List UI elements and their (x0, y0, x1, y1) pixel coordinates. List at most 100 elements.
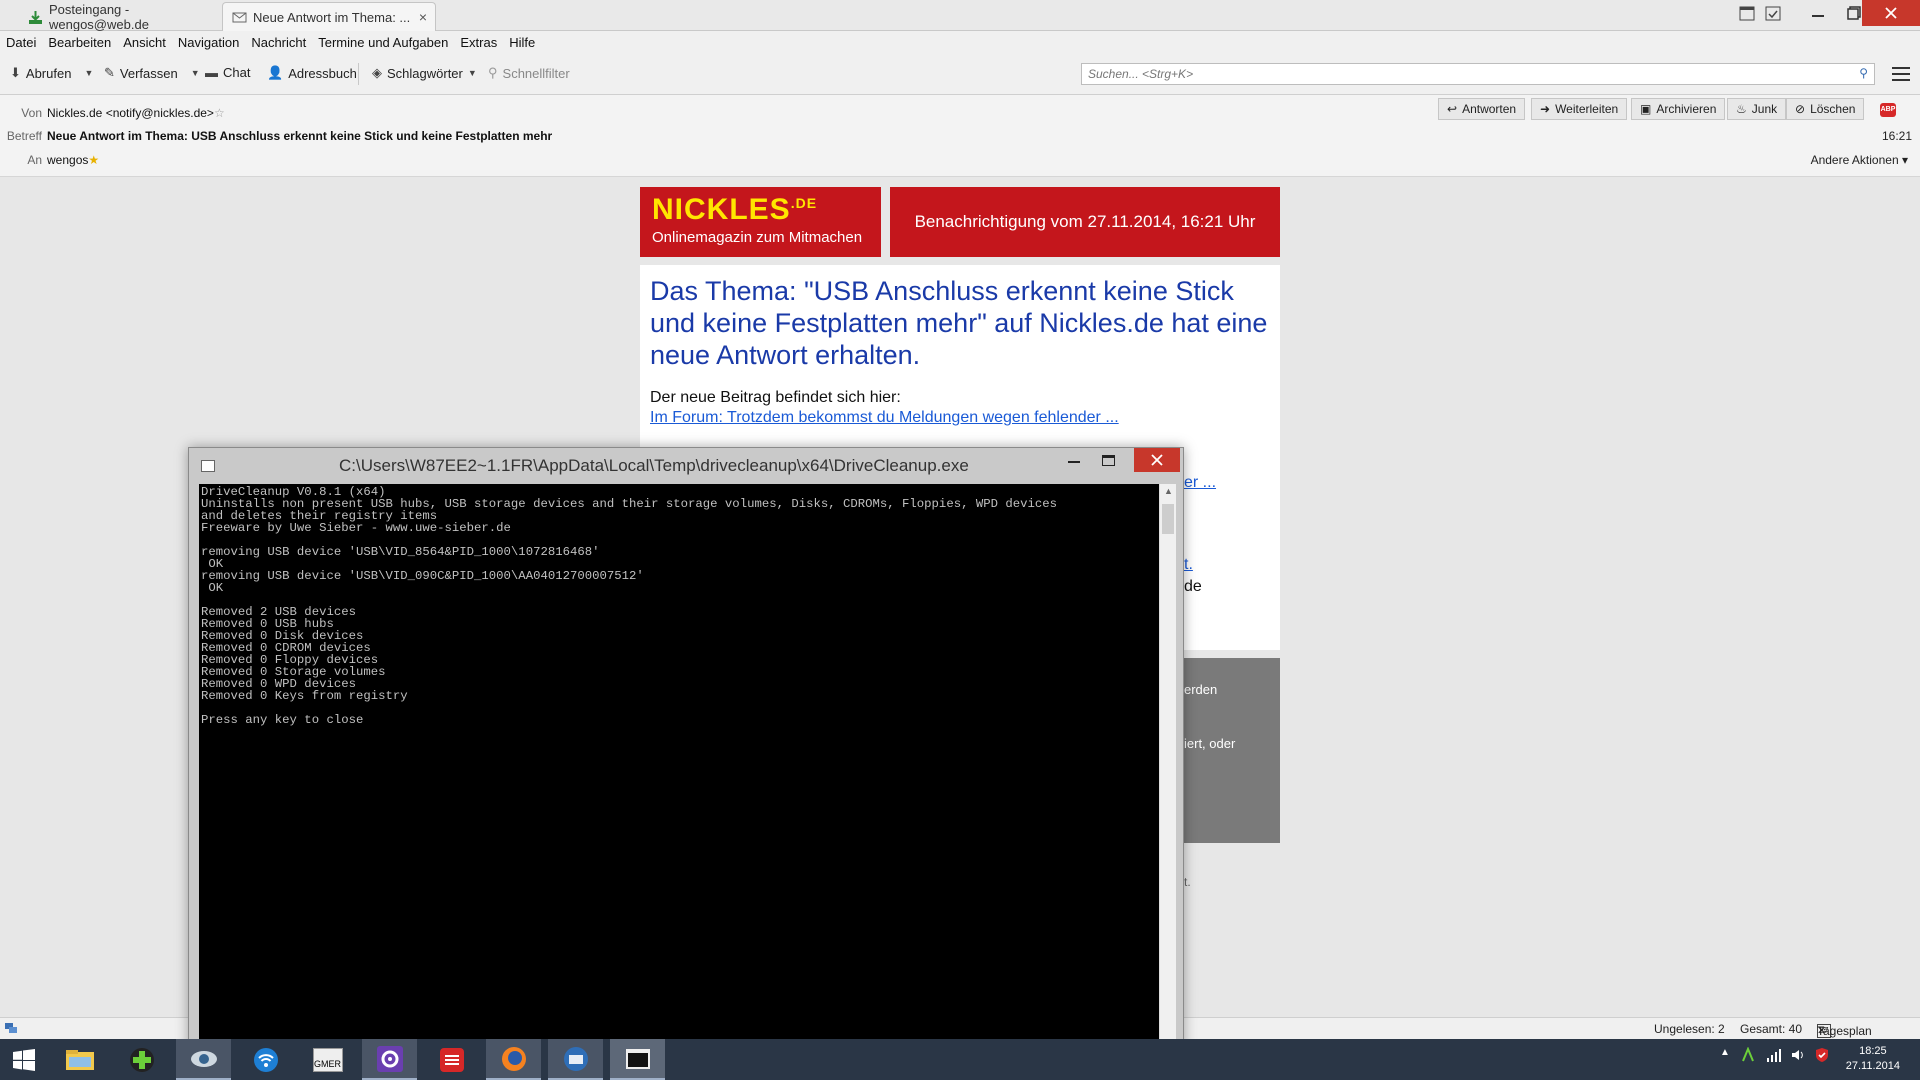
close-button[interactable] (1862, 0, 1920, 26)
menu-hilfe[interactable]: Hilfe (509, 35, 535, 50)
subject-field: Neue Antwort im Thema: USB Anschluss erk… (47, 129, 553, 143)
forward-icon: ➜ (1540, 102, 1551, 116)
start-button[interactable] (0, 1039, 48, 1080)
tag-icon: ◈ (372, 65, 382, 80)
calendar-icon[interactable] (1736, 0, 1758, 26)
logo-tagline: Onlinemagazin zum Mitmachen (652, 229, 863, 246)
menu-navigation[interactable]: Navigation (178, 35, 239, 50)
verfassen-label: Verfassen (119, 65, 178, 81)
adressbuch-button[interactable]: 👤 Adressbuch (267, 65, 357, 81)
console-titlebar[interactable]: C:\Users\W87EE2~1.1FR\AppData\Local\Temp… (189, 448, 1183, 484)
menu-bearbeiten[interactable]: Bearbeiten (48, 35, 111, 50)
console-line: Freeware by Uwe Sieber - www.uwe-sieber.… (201, 521, 511, 535)
tab-inbox[interactable]: Posteingang - wengos@web.de (18, 2, 218, 32)
menu-nachricht[interactable]: Nachricht (251, 35, 306, 50)
scrollbar-thumb[interactable] (1162, 504, 1174, 534)
tray-expand-icon[interactable]: ▲ (1720, 1047, 1730, 1058)
schlagwoerter-button[interactable]: ◈ Schlagwörter ▼ (372, 65, 477, 81)
message-header: Von Nickles.de <notify@nickles.de>☆ Betr… (0, 95, 1920, 177)
console-line: removing USB device 'USB\VID_090C&PID_10… (201, 569, 644, 583)
green-plus-app-icon[interactable] (114, 1039, 169, 1080)
toolbar-divider (358, 63, 359, 85)
von-label: Von (21, 106, 42, 120)
adblock-icon[interactable]: ABP (1880, 103, 1896, 117)
shield-icon[interactable] (1814, 1047, 1830, 1066)
settings-gear-icon[interactable] (362, 1039, 417, 1080)
console-scrollbar[interactable]: ▲ (1159, 484, 1176, 1080)
toolbar: ⬇ Abrufen ▼ ✎ Verfassen ▼ ▬ Chat 👤 Adres… (0, 53, 1920, 95)
partial-link[interactable]: t. (1184, 556, 1193, 574)
gmer-icon[interactable]: GMER (300, 1039, 355, 1080)
loeschen-button[interactable]: ⊘ Löschen (1786, 98, 1865, 120)
total-count: Gesamt: 40 (1740, 1022, 1803, 1036)
clock-date: 27.11.2014 (1845, 1060, 1900, 1072)
junk-button[interactable]: ♨ Junk (1727, 98, 1787, 120)
close-icon[interactable]: ✕ (1817, 1024, 1826, 1037)
chat-label: Chat (223, 65, 251, 80)
forum-link[interactable]: Im Forum: Trotzdem bekommst du Meldungen… (650, 409, 1270, 427)
menu-termine[interactable]: Termine und Aufgaben (318, 35, 448, 50)
scroll-up-icon[interactable]: ▲ (1164, 486, 1173, 496)
chevron-down-icon[interactable]: ▼ (84, 68, 93, 78)
network-signal-icon[interactable] (1766, 1047, 1782, 1066)
tray-app-icon[interactable] (1740, 1046, 1756, 1066)
delete-icon: ⊘ (1795, 102, 1806, 116)
minimize-button[interactable] (1800, 0, 1836, 26)
abrufen-label: Abrufen (25, 65, 72, 81)
weiterleiten-button[interactable]: ➜ Weiterleiten (1531, 98, 1628, 120)
email-intro: Der neue Beitrag befindet sich hier: (650, 389, 901, 406)
to-field[interactable]: wengos★ (47, 153, 99, 167)
betreff-label: Betreff (6, 129, 42, 143)
star-icon[interactable]: ★ (88, 153, 99, 167)
search-icon[interactable]: ⚲ (1859, 66, 1868, 80)
search-placeholder: Suchen... <Strg+K> (1088, 67, 1194, 81)
menu-hamburger-icon[interactable] (1892, 67, 1910, 81)
menu-ansicht[interactable]: Ansicht (123, 35, 166, 50)
inbox-icon (29, 11, 42, 24)
file-explorer-icon[interactable] (52, 1039, 107, 1080)
console-line: Removed 0 Keys from registry (201, 689, 408, 703)
console-line: OK (201, 581, 224, 595)
volume-icon[interactable] (1790, 1047, 1806, 1066)
abrufen-button[interactable]: ⬇ Abrufen ▼ (10, 65, 93, 81)
notification-banner: Benachrichtigung vom 27.11.2014, 16:21 U… (890, 187, 1280, 257)
console-icon (201, 460, 215, 472)
console-taskbar-icon[interactable] (610, 1039, 665, 1080)
tab-close-icon[interactable]: × (419, 9, 427, 25)
console-minimize-button[interactable] (1057, 448, 1091, 472)
person-icon: 👤 (267, 65, 284, 80)
red-app-icon[interactable] (424, 1039, 479, 1080)
verfassen-button[interactable]: ✎ Verfassen ▼ (104, 65, 200, 81)
console-window[interactable]: C:\Users\W87EE2~1.1FR\AppData\Local\Temp… (188, 447, 1184, 1080)
tab-label: Posteingang - wengos@web.de (49, 2, 149, 32)
thunderbird-icon[interactable] (548, 1039, 603, 1080)
eye-app-icon[interactable] (176, 1039, 231, 1080)
adressbuch-label: Adressbuch (288, 65, 357, 81)
menu-datei[interactable]: Datei (6, 35, 36, 50)
andere-aktionen-button[interactable]: Andere Aktionen ▾ (1811, 153, 1908, 167)
chat-button[interactable]: ▬ Chat (205, 65, 250, 80)
search-input[interactable]: Suchen... <Strg+K> ⚲ (1081, 63, 1875, 85)
menu-extras[interactable]: Extras (460, 35, 497, 50)
nickles-logo: NICKLES.DE Onlinemagazin zum Mitmachen (640, 187, 881, 257)
system-clock[interactable]: 18:25 27.11.2014 (1846, 1044, 1900, 1074)
console-maximize-button[interactable] (1091, 448, 1125, 472)
archivieren-button[interactable]: ▣ Archivieren (1631, 98, 1726, 120)
from-field[interactable]: Nickles.de <notify@nickles.de>☆ (47, 106, 225, 120)
chevron-down-icon[interactable]: ▼ (191, 68, 200, 78)
taskbar: GMER ▲ 18:25 27.11.2014 (0, 1039, 1920, 1080)
tasks-icon[interactable] (1762, 0, 1784, 26)
chevron-down-icon: ▼ (467, 68, 477, 78)
schnellfilter-label: Schnellfilter (502, 65, 570, 81)
schnellfilter-button[interactable]: ⚲ Schnellfilter (488, 65, 570, 81)
wifi-app-icon[interactable] (238, 1039, 293, 1080)
star-icon[interactable]: ☆ (214, 106, 225, 120)
firefox-icon[interactable] (486, 1039, 541, 1080)
console-title: C:\Users\W87EE2~1.1FR\AppData\Local\Temp… (339, 456, 969, 475)
partial-text: erden (1184, 682, 1218, 697)
archive-icon: ▣ (1640, 102, 1652, 116)
antworten-button[interactable]: ↩ Antworten (1438, 98, 1526, 120)
partial-link[interactable]: er ... (1184, 474, 1216, 492)
console-close-button[interactable] (1134, 448, 1180, 472)
tab-message[interactable]: Neue Antwort im Thema: ... × (222, 2, 436, 31)
